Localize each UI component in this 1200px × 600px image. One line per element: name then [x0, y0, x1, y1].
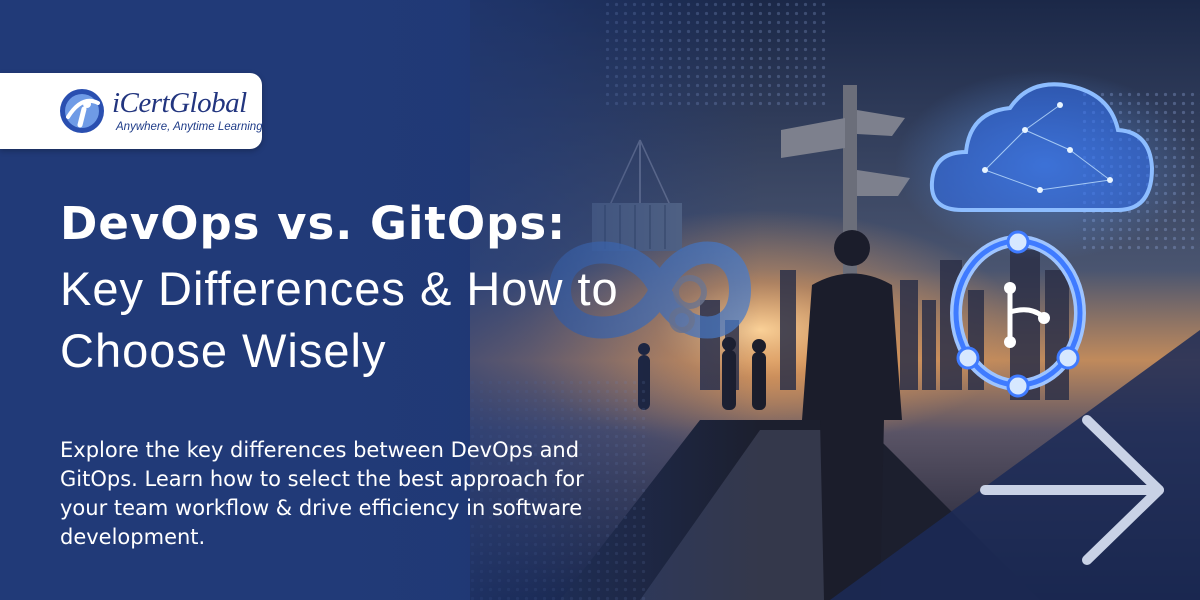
logo-tagline: Anywhere, Anytime Learning [116, 121, 263, 133]
logo-card[interactable]: iCertGlobal Anywhere, Anytime Learning [0, 73, 263, 149]
arrow-right-icon[interactable] [975, 410, 1175, 570]
headline-light: Key Differences & How to Choose Wisely [60, 262, 619, 377]
banner: iCertGlobal Anywhere, Anytime Learning D… [0, 0, 1200, 600]
headline-bold: DevOps vs. GitOps: [60, 197, 567, 250]
description: Explore the key differences between DevO… [60, 438, 584, 549]
logo-name: iCertGlobal [112, 87, 247, 119]
cloud-icon [895, 70, 1195, 260]
logo-icon [60, 89, 104, 133]
